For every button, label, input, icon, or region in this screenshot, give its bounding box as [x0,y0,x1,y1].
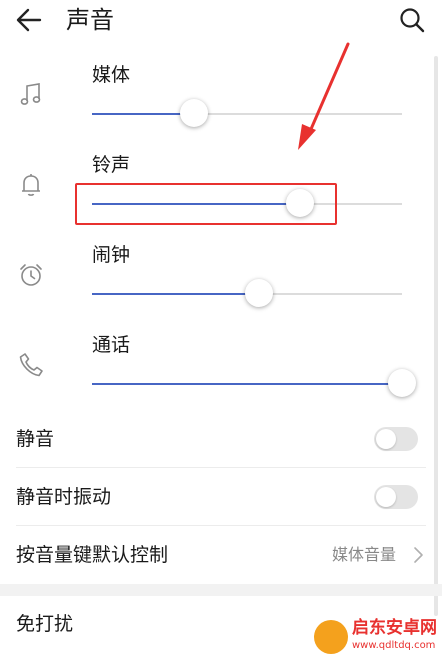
bell-icon [22,174,40,196]
chevron-right-icon [414,547,423,563]
watermark-title: 启东安卓网 [352,618,437,638]
setting-label-volume-key-default: 按音量键默认控制 [16,544,169,566]
setting-row-vibrate-on-mute[interactable]: 静音时振动 [0,468,442,526]
vibrate-on-mute-toggle[interactable] [374,485,418,509]
watermark-circle-icon [314,620,348,654]
watermark-url: www.qdltdq.com [352,640,436,651]
toggle-knob [376,487,396,507]
arrow-left-icon[interactable] [14,6,44,34]
setting-row-mute[interactable]: 静音 [0,410,442,468]
search-icon[interactable] [398,6,426,34]
toggle-knob [376,429,396,449]
volume-label-media: 媒体 [92,64,131,86]
volume-slider-call[interactable] [92,369,416,399]
volume-row-media: 媒体 [0,56,442,146]
music-note-icon [20,83,41,105]
slider-fill [92,113,194,115]
volume-row-call: 通话 [0,326,442,416]
annotation-arrow-icon [298,42,350,150]
page-title: 声音 [66,6,114,34]
app-header: 声音 [0,0,442,40]
slider-thumb[interactable] [388,369,416,397]
alarm-clock-icon [20,264,42,286]
setting-label-vibrate-on-mute: 静音时振动 [16,486,112,508]
annotation-highlight-box [75,183,337,225]
setting-label-dnd: 免打扰 [16,613,74,635]
mute-toggle[interactable] [374,427,418,451]
volume-key-default-value: 媒体音量 [332,545,397,564]
setting-label-mute: 静音 [16,428,55,450]
slider-thumb[interactable] [245,279,273,307]
section-gap [0,584,442,596]
setting-row-volume-key-default[interactable]: 按音量键默认控制 媒体音量 [0,526,442,584]
slider-fill [92,293,259,295]
slider-thumb[interactable] [180,99,208,127]
phone-icon [19,353,43,377]
volume-slider-alarm[interactable] [92,279,402,309]
volume-label-call: 通话 [92,334,131,356]
volume-label-alarm: 闹钟 [92,244,131,266]
volume-label-ringtone: 铃声 [92,154,131,176]
watermark-logo: 启东安卓网 www.qdltdq.com [314,618,442,658]
slider-fill [92,383,402,385]
volume-row-alarm: 闹钟 [0,236,442,326]
